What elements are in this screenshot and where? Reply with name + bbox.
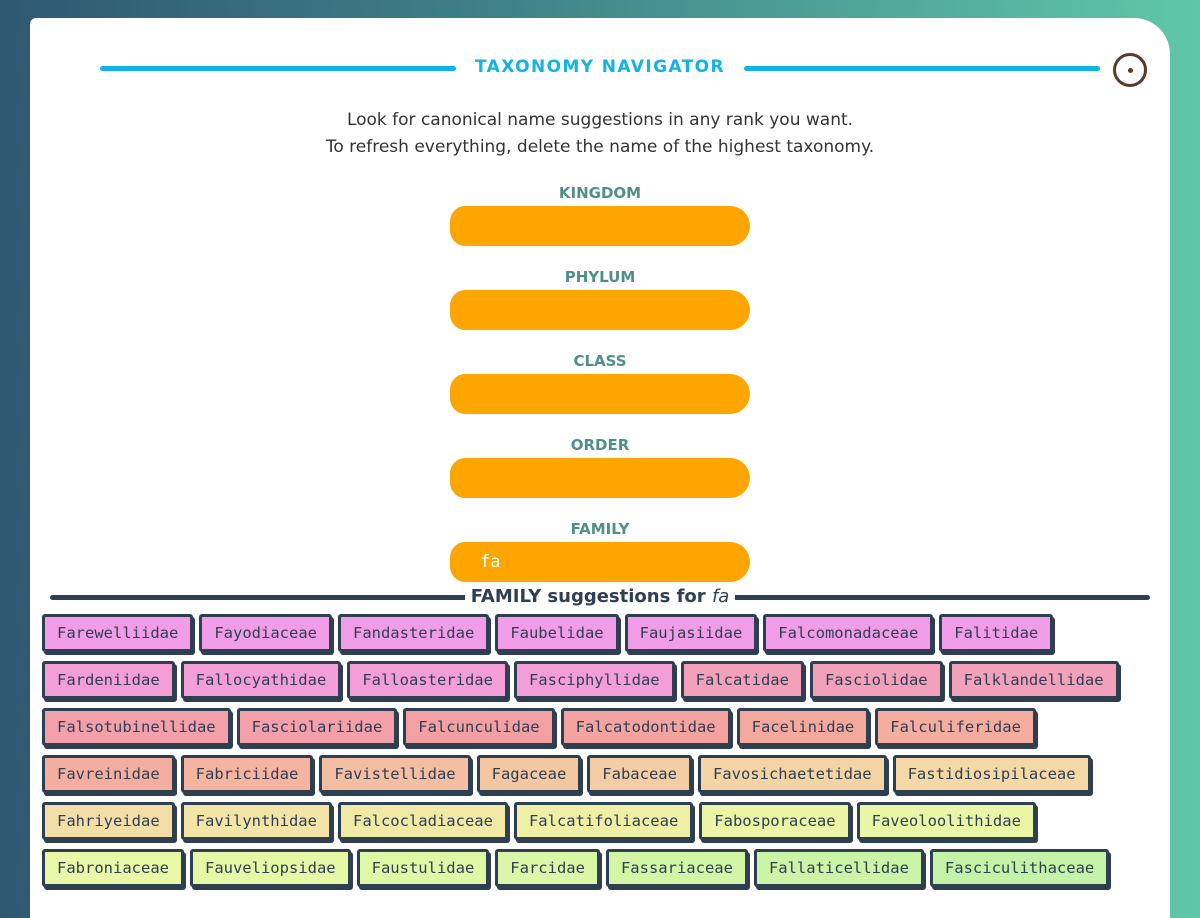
suggestion-chip[interactable]: Fagaceae	[476, 755, 582, 793]
intro-line-2: To refresh everything, delete the name o…	[325, 137, 875, 157]
suggestion-chip[interactable]: Fastidiosipilaceae	[892, 755, 1091, 793]
phylum-label: PHYLUM	[564, 268, 636, 286]
suggestion-chip[interactable]: Falcatodontidae	[560, 708, 731, 746]
suggestion-chip[interactable]: Favosichaetetidae	[697, 755, 887, 793]
order-label: ORDER	[570, 436, 630, 454]
suggestion-chip[interactable]: Fasciolariidae	[236, 708, 398, 746]
phylum-input[interactable]	[450, 290, 750, 330]
order-input[interactable]	[450, 458, 750, 498]
suggestion-chip[interactable]: Fabosporaceae	[699, 802, 851, 840]
suggestion-chip[interactable]: Falsotubinellidae	[42, 708, 231, 746]
suggestion-chip[interactable]: Fabroniaceae	[42, 849, 184, 887]
suggestion-chip[interactable]: Fallaticellidae	[753, 849, 924, 887]
suggestion-chip[interactable]: Fasciculithaceae	[929, 849, 1110, 887]
kingdom-label: KINGDOM	[558, 184, 642, 202]
suggestion-chip[interactable]: Fabaceae	[587, 755, 692, 793]
suggestion-chip[interactable]: Fayodiaceae	[199, 614, 332, 652]
suggestion-chip[interactable]: Faveoloolithidae	[856, 802, 1036, 840]
suggestion-chip[interactable]: Fasciphyllidae	[513, 661, 675, 699]
suggestion-chip[interactable]: Farcidae	[495, 849, 600, 887]
suggestion-chip[interactable]: Faujasiidae	[624, 614, 758, 652]
suggestion-chip[interactable]: Fallocyathidae	[180, 661, 342, 699]
intro-line-1: Look for canonical name suggestions in a…	[346, 110, 854, 130]
suggestion-chip[interactable]: Favilynthidae	[180, 802, 332, 840]
page-title: TAXONOMY NAVIGATOR	[0, 57, 1200, 77]
suggestion-chip[interactable]: Fasciolidae	[809, 661, 943, 699]
suggestion-chip[interactable]: Farewelliidae	[42, 614, 194, 652]
suggestion-chip[interactable]: Favreinidae	[42, 755, 175, 793]
suggestion-chip[interactable]: Fahriyeidae	[42, 802, 175, 840]
suggestion-chip[interactable]: Falcocladiaceae	[337, 802, 508, 840]
suggestion-chip[interactable]: Fauveliopsidae	[189, 849, 351, 887]
suggestion-chip[interactable]: Facelinidae	[736, 708, 870, 746]
suggestion-chip[interactable]: Falklandellidae	[948, 661, 1119, 699]
kingdom-input[interactable]	[450, 206, 750, 246]
family-input[interactable]	[450, 542, 750, 582]
suggestion-chip[interactable]: Fardeniidae	[42, 661, 175, 699]
suggestion-chip[interactable]: Favistellidae	[319, 755, 471, 793]
suggestions-divider	[50, 595, 1150, 600]
suggestion-chip[interactable]: Falcunculidae	[403, 708, 555, 746]
suggestion-chip[interactable]: Fabriciidae	[180, 755, 314, 793]
close-circle-icon[interactable]	[1113, 53, 1147, 87]
class-label: CLASS	[573, 352, 627, 370]
suggestion-chip[interactable]: Falcatidae	[680, 661, 804, 699]
family-label: FAMILY	[570, 520, 630, 538]
class-input[interactable]	[450, 374, 750, 414]
suggestion-chip[interactable]: Faubelidae	[495, 614, 619, 652]
suggestion-chip[interactable]: Fassariaceae	[605, 849, 748, 887]
suggestion-chip[interactable]: Falcomonadaceae	[763, 614, 934, 652]
suggestion-chip[interactable]: Faustulidae	[356, 849, 490, 887]
suggestion-list: Farewelliidae Fayodiaceae Fandasteridae Fau…	[42, 614, 1162, 890]
suggestion-chip[interactable]: Falculiferidae	[875, 708, 1036, 746]
suggestion-chip[interactable]: Falloasteridae	[347, 661, 508, 699]
suggestion-chip[interactable]: Falitidae	[939, 614, 1054, 652]
suggestion-chip[interactable]: Fandasteridae	[337, 614, 490, 652]
suggestion-chip[interactable]: Falcatifoliaceae	[513, 802, 694, 840]
